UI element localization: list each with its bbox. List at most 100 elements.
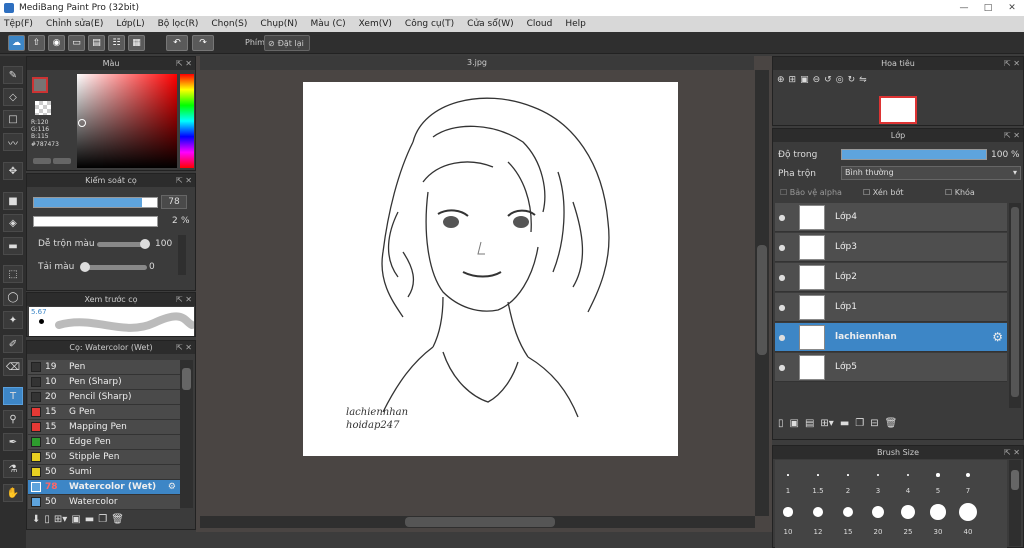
zoom-out-icon[interactable]: ⊖: [813, 75, 821, 85]
add-layer-menu-icon[interactable]: ⊞▾: [820, 418, 833, 434]
zoom-in-icon[interactable]: ⊕: [777, 75, 785, 85]
menu-filter[interactable]: Bộ lọc(R): [158, 19, 199, 29]
menu-snap[interactable]: Chụp(N): [260, 19, 297, 29]
visibility-icon[interactable]: ●: [775, 213, 789, 222]
menu-file[interactable]: Tệp(F): [4, 19, 33, 29]
text-tool-icon[interactable]: T: [3, 387, 23, 405]
gear-icon[interactable]: ⚙: [992, 330, 1003, 344]
trash-icon[interactable]: 🗑: [885, 418, 898, 434]
menu-view[interactable]: Xem(V): [359, 19, 392, 29]
saturation-value-picker[interactable]: [77, 74, 177, 168]
brush-size-dot[interactable]: [783, 507, 793, 517]
close-button[interactable]: ✕: [1000, 0, 1024, 16]
redo-icon[interactable]: ↷: [192, 35, 214, 51]
color-amount-slider[interactable]: [82, 265, 147, 270]
duplicate-layer-icon[interactable]: ❐: [855, 418, 864, 434]
rotate-right-icon[interactable]: ↻: [848, 75, 856, 85]
menu-window[interactable]: Cửa sổ(W): [467, 19, 513, 29]
select-rect-icon[interactable]: ⬚: [3, 265, 23, 283]
zoom-actual-icon[interactable]: ▣: [800, 75, 809, 85]
trash-icon[interactable]: 🗑: [111, 514, 124, 525]
layer-row-lop2[interactable]: ● Lớp2: [775, 263, 1007, 292]
undo-icon[interactable]: ↶: [166, 35, 188, 51]
dropper-icon[interactable]: ⚗: [3, 460, 23, 478]
dotted-select-icon[interactable]: □: [3, 110, 23, 128]
chat-icon[interactable]: ▭: [68, 35, 85, 51]
color-option-button[interactable]: [33, 158, 51, 164]
hand-tool-icon[interactable]: ✋: [3, 484, 23, 502]
brush-size-dot[interactable]: [901, 505, 915, 519]
menu-help[interactable]: Help: [565, 19, 586, 29]
upload-icon[interactable]: ⇧: [28, 35, 45, 51]
cloud-icon[interactable]: ☁: [8, 35, 25, 51]
brush-item-stipple-pen[interactable]: 50 Stipple Pen: [28, 450, 180, 465]
layer-scrollbar[interactable]: [1009, 203, 1021, 408]
opacity-slider[interactable]: [33, 216, 158, 227]
mix-slider-handle[interactable]: [140, 239, 150, 249]
brush-size-dot[interactable]: [959, 503, 977, 521]
panel-close-icon[interactable]: ⇱ ✕: [176, 293, 192, 306]
brush-item-mapping-pen[interactable]: 15 Mapping Pen: [28, 420, 180, 435]
visibility-icon[interactable]: ●: [775, 363, 789, 372]
lasso-icon[interactable]: ◯: [3, 288, 23, 306]
document-icon[interactable]: ▤: [88, 35, 105, 51]
brush-control-scrollbar[interactable]: [178, 235, 186, 275]
brush-item-pen[interactable]: 19 Pen: [28, 360, 180, 375]
cloud-download-icon[interactable]: ⬇: [32, 514, 40, 525]
size-slider[interactable]: [33, 197, 158, 208]
brush-size-dot[interactable]: [813, 507, 823, 517]
brush-item-g-pen[interactable]: 15 G Pen: [28, 405, 180, 420]
layer-row-lop3[interactable]: ● Lớp3: [775, 233, 1007, 262]
layer-row-lop4[interactable]: ● Lớp4: [775, 203, 1007, 232]
brush-item-edge-pen[interactable]: 10 Edge Pen: [28, 435, 180, 450]
gradient-tool-icon[interactable]: ▬: [3, 237, 23, 255]
reset-view-icon[interactable]: ◎: [836, 75, 844, 85]
layer-opacity-slider[interactable]: [841, 149, 987, 160]
visibility-icon[interactable]: ●: [775, 333, 789, 342]
color-amount-handle[interactable]: [80, 262, 90, 272]
brush-tool-icon[interactable]: ✎: [3, 66, 23, 84]
maximize-button[interactable]: □: [976, 0, 1000, 16]
hue-slider[interactable]: [180, 74, 194, 168]
comment-icon[interactable]: ◉: [48, 35, 65, 51]
protect-alpha-checkbox[interactable]: ☐ Bảo vệ alpha: [780, 188, 842, 197]
brush-list-scrollbar[interactable]: [180, 360, 193, 508]
color-picker-cursor[interactable]: [78, 119, 86, 127]
grid-icon[interactable]: ▦: [128, 35, 145, 51]
brush-size-scrollbar[interactable]: [1009, 460, 1021, 546]
brush-size-dot[interactable]: [930, 504, 946, 520]
brush-size-dot[interactable]: [817, 474, 819, 476]
brush-item-watercolor[interactable]: 50 Watercolor: [28, 495, 180, 510]
zoom-fit-icon[interactable]: ⊞: [789, 75, 797, 85]
brush-item-watercolor-wet[interactable]: 78 Watercolor (Wet) ⚙: [28, 480, 180, 495]
visibility-icon[interactable]: ●: [775, 243, 789, 252]
menu-select[interactable]: Chọn(S): [211, 19, 247, 29]
document-tab[interactable]: 3.jpg: [200, 56, 754, 70]
menu-layer[interactable]: Lớp(L): [116, 19, 144, 29]
flip-icon[interactable]: ⇋: [859, 75, 867, 85]
menu-edit[interactable]: Chỉnh sửa(E): [46, 19, 103, 29]
menu-cloud[interactable]: Cloud: [527, 19, 553, 29]
brush-item-pen-sharp[interactable]: 10 Pen (Sharp): [28, 375, 180, 390]
new-brush-icon[interactable]: ▯: [44, 514, 50, 525]
panel-close-icon[interactable]: ⇱ ✕: [176, 57, 192, 70]
visibility-icon[interactable]: ●: [775, 303, 789, 312]
clipping-checkbox[interactable]: ☐ Xén bớt: [863, 188, 903, 197]
duplicate-icon[interactable]: ❐: [98, 514, 107, 525]
lock-checkbox[interactable]: ☐ Khóa: [945, 188, 975, 197]
select-pen-icon[interactable]: ✐: [3, 335, 23, 353]
merge-layer-icon[interactable]: ⊟: [870, 418, 878, 434]
canvas-vertical-scroll-thumb[interactable]: [757, 245, 767, 355]
brush-size-dot[interactable]: [787, 474, 789, 476]
color-option-button-2[interactable]: [53, 158, 71, 164]
visibility-icon[interactable]: ●: [775, 273, 789, 282]
brush-settings-icon[interactable]: ▣: [71, 514, 80, 525]
magic-wand-icon[interactable]: ✦: [3, 311, 23, 329]
fill-rect-icon[interactable]: ■: [3, 192, 23, 210]
brush-size-dot[interactable]: [936, 473, 940, 477]
blend-mode-select[interactable]: Bình thường ▾: [841, 166, 1021, 180]
new-halftone-layer-icon[interactable]: ▣: [790, 418, 799, 434]
layer-row-lachiennhan[interactable]: ● lachiennhan ⚙: [775, 323, 1007, 352]
reset-button[interactable]: ⊘ Đặt lại: [264, 35, 310, 51]
folder-icon[interactable]: ▬: [85, 514, 94, 525]
